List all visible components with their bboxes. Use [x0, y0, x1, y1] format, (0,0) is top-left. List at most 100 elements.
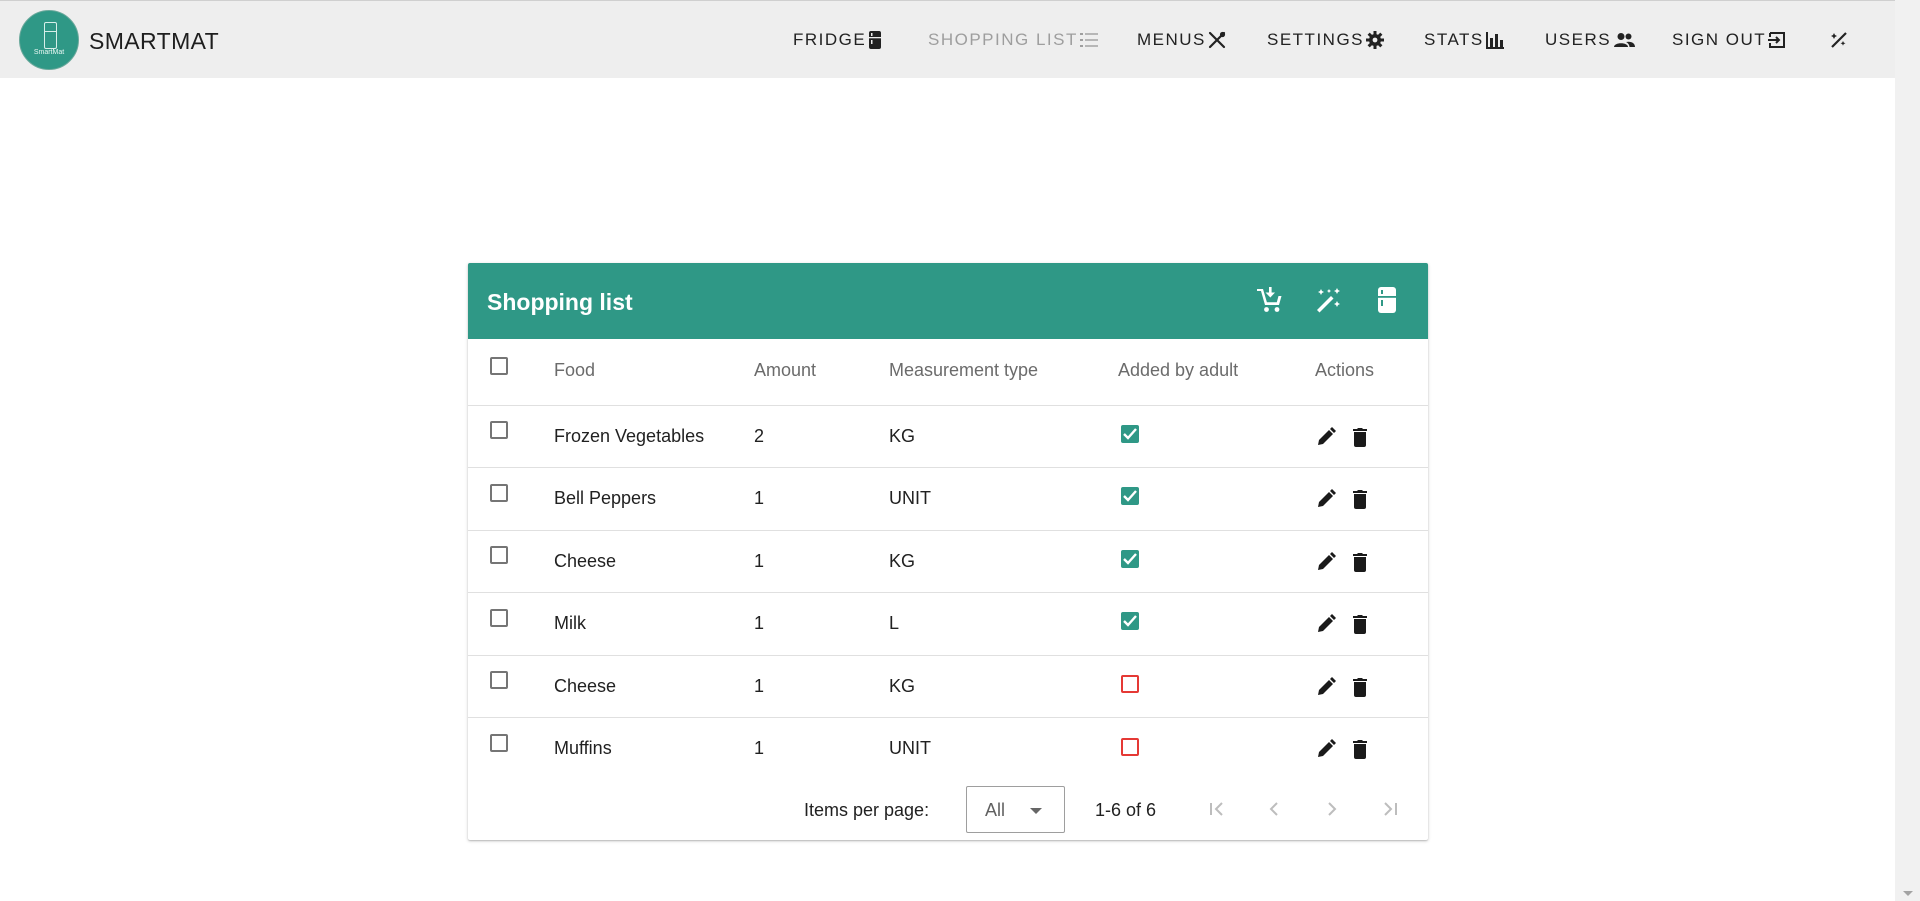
cell-food: Bell Peppers [554, 488, 657, 508]
card-title: Shopping list [487, 289, 633, 315]
chevron-down-icon [1030, 808, 1042, 814]
delete-icon[interactable] [1350, 552, 1370, 572]
delete-icon[interactable] [1350, 739, 1370, 759]
column-header-food[interactable]: Food [554, 360, 595, 381]
checkmark-icon [1123, 615, 1137, 627]
column-header-added-by-adult[interactable]: Added by adult [1118, 360, 1238, 381]
checkmark-icon [1123, 553, 1137, 565]
cell-amount: 1 [754, 488, 765, 508]
app-logo[interactable]: SmartMat [19, 10, 79, 70]
checkmark-icon [1123, 490, 1137, 502]
column-header-measurement-type[interactable]: Measurement type [889, 360, 1038, 381]
vertical-scrollbar[interactable] [1895, 0, 1920, 901]
row-select-checkbox[interactable] [490, 546, 508, 564]
nav-settings[interactable]: SETTINGS [1267, 29, 1385, 51]
list-icon [1079, 33, 1098, 47]
added-by-adult-checkbox[interactable] [1121, 612, 1139, 630]
header-divider [468, 405, 1428, 406]
add-to-cart-icon [1257, 287, 1282, 312]
cell-amount: 1 [754, 613, 765, 633]
nav-sign-out[interactable]: SIGN OUT [1672, 29, 1786, 51]
nav-settings-label: SETTINGS [1267, 30, 1365, 49]
logo-fridge-icon [44, 22, 57, 49]
nav-fridge-label: FRIDGE [793, 30, 867, 49]
nav-shopping-list[interactable]: SHOPPING LIST [928, 29, 1098, 51]
bar-chart-icon [1485, 32, 1504, 49]
row-divider [468, 592, 1428, 593]
shopping-list-card: Shopping list Food Amount Measurement ty… [468, 263, 1428, 840]
nav-fridge[interactable]: FRIDGE [793, 29, 882, 51]
users-icon [1614, 33, 1636, 47]
delete-icon[interactable] [1350, 677, 1370, 697]
row-divider [468, 655, 1428, 656]
nav-users[interactable]: USERS [1545, 29, 1636, 51]
magic-wand-icon [1317, 288, 1340, 313]
previous-page-icon[interactable] [1262, 797, 1286, 821]
items-per-page-select[interactable]: All [966, 786, 1065, 833]
cell-measurement: KG [889, 551, 916, 571]
scroll-down-arrow-icon[interactable] [1903, 891, 1913, 896]
nav-menus-label: MENUS [1137, 30, 1206, 49]
generate-list-button[interactable] [1313, 284, 1345, 316]
sign-out-icon [1768, 32, 1786, 48]
cell-food: Cheese [554, 676, 617, 696]
add-to-cart-button[interactable] [1254, 284, 1286, 316]
delete-icon[interactable] [1350, 614, 1370, 634]
cell-amount: 2 [754, 426, 765, 446]
delete-icon[interactable] [1350, 489, 1370, 509]
nav-stats-label: STATS [1424, 30, 1484, 49]
pagination-range: 1-6 of 6 [1095, 800, 1157, 820]
checkmark-icon [1123, 428, 1137, 440]
cell-amount: 1 [754, 738, 765, 758]
fridge-icon [1378, 287, 1396, 313]
nav-menus[interactable]: MENUS [1137, 29, 1226, 51]
edit-icon[interactable] [1316, 614, 1336, 634]
added-by-adult-checkbox[interactable] [1121, 675, 1139, 693]
added-by-adult-checkbox[interactable] [1121, 550, 1139, 568]
items-per-page-value: All [985, 800, 1006, 820]
edit-icon[interactable] [1316, 739, 1336, 759]
cell-measurement: L [889, 613, 900, 633]
utensils-icon [1208, 31, 1226, 49]
logo-text: SmartMat [33, 49, 65, 56]
fridge-icon [869, 31, 882, 49]
column-header-actions: Actions [1315, 360, 1375, 380]
row-divider [468, 717, 1428, 718]
first-page-icon[interactable] [1205, 797, 1229, 821]
top-app-bar: SmartMat SMARTMAT FRIDGE SHOPPING LIST M… [0, 0, 1895, 78]
next-page-icon[interactable] [1320, 797, 1344, 821]
delete-icon[interactable] [1350, 427, 1370, 447]
row-select-checkbox[interactable] [490, 671, 508, 689]
column-header-amount[interactable]: Amount [754, 360, 816, 381]
last-page-icon[interactable] [1378, 797, 1402, 821]
move-to-fridge-button[interactable] [1371, 284, 1403, 316]
select-all-checkbox[interactable] [490, 357, 508, 375]
nav-users-label: USERS [1545, 30, 1612, 49]
added-by-adult-checkbox[interactable] [1121, 487, 1139, 505]
edit-icon[interactable] [1316, 427, 1336, 447]
row-select-checkbox[interactable] [490, 734, 508, 752]
edit-icon[interactable] [1316, 489, 1336, 509]
cell-measurement: KG [889, 426, 916, 446]
edit-icon[interactable] [1316, 677, 1336, 697]
added-by-adult-checkbox[interactable] [1121, 425, 1139, 443]
row-divider [468, 530, 1428, 531]
cell-food: Frozen Vegetables [554, 426, 705, 446]
brand-title[interactable]: SMARTMAT [89, 28, 219, 55]
cell-food: Muffins [554, 738, 612, 758]
cell-measurement: UNIT [889, 738, 931, 758]
cell-amount: 1 [754, 676, 765, 696]
cell-food: Cheese [554, 551, 617, 571]
cell-food: Milk [554, 613, 586, 633]
nav-theme-toggle[interactable] [1827, 29, 1849, 51]
row-select-checkbox[interactable] [490, 609, 508, 627]
row-select-checkbox[interactable] [490, 421, 508, 439]
row-select-checkbox[interactable] [490, 484, 508, 502]
edit-icon[interactable] [1316, 552, 1336, 572]
added-by-adult-checkbox[interactable] [1121, 738, 1139, 756]
cell-measurement: KG [889, 676, 916, 696]
card-header: Shopping list [468, 263, 1428, 339]
cell-measurement: UNIT [889, 488, 931, 508]
nav-sign-out-label: SIGN OUT [1672, 30, 1767, 49]
nav-stats[interactable]: STATS [1424, 29, 1504, 51]
